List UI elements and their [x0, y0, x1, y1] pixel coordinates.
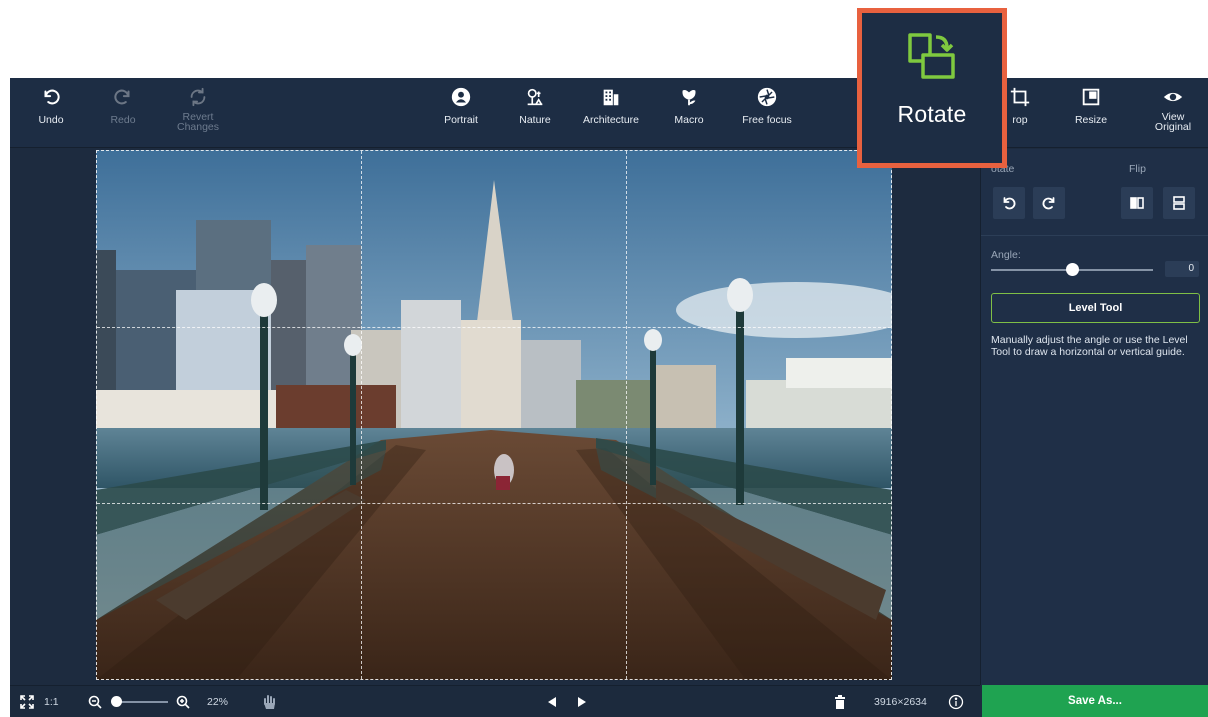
rotate-panel: otate Flip Angle: 0 Level Tool Manually …	[980, 149, 1208, 685]
rotate-right-icon	[1042, 197, 1055, 210]
revert-changes-button[interactable]: Revert Changes	[168, 78, 228, 148]
delete-button[interactable]	[834, 686, 846, 717]
portrait-label: Portrait	[444, 114, 478, 126]
image-canvas[interactable]	[10, 149, 980, 685]
undo-button[interactable]: Undo	[30, 78, 72, 148]
grid-line-vertical	[626, 151, 627, 679]
macro-label: Macro	[674, 114, 704, 126]
next-image-button[interactable]	[577, 686, 587, 717]
flip-horizontal-button[interactable]	[1121, 187, 1153, 219]
crop-frame[interactable]	[96, 150, 892, 680]
architecture-icon	[603, 89, 619, 106]
angle-input[interactable]: 0	[1165, 261, 1199, 277]
free-focus-label: Free focus	[742, 114, 792, 126]
nature-icon	[527, 88, 543, 106]
hand-icon	[264, 695, 275, 709]
image-info-button[interactable]	[948, 686, 964, 717]
revert-icon	[190, 87, 206, 107]
grid-line-vertical	[361, 151, 362, 679]
actual-size-button[interactable]: 1:1	[44, 686, 59, 717]
portrait-icon	[451, 87, 471, 107]
crop-label: rop	[1012, 114, 1028, 126]
angle-label: Angle:	[991, 249, 1021, 261]
hand-tool-button[interactable]	[262, 686, 276, 717]
free-focus-button[interactable]: Free focus	[732, 78, 802, 148]
flip-heading: Flip	[1129, 163, 1146, 175]
zoom-percent: 22%	[207, 696, 229, 708]
redo-button[interactable]: Redo	[102, 78, 144, 148]
crop-icon	[1010, 87, 1030, 107]
arrow-right-icon	[578, 697, 586, 707]
rotate-left-icon	[1003, 197, 1016, 210]
rotate-tool-callout[interactable]: Rotate	[857, 8, 1007, 168]
portrait-button[interactable]: Portrait	[436, 78, 486, 148]
view-original-label: View Original	[1154, 111, 1192, 133]
arrow-left-icon	[548, 697, 556, 707]
resize-button[interactable]: Resize	[1066, 78, 1116, 148]
zoom-out-button[interactable]	[88, 686, 102, 717]
eye-icon	[1163, 92, 1183, 102]
resize-label: Resize	[1074, 114, 1108, 126]
redo-icon	[114, 89, 130, 105]
rotate-help-text: Manually adjust the angle or use the Lev…	[991, 334, 1188, 358]
flower-icon	[682, 89, 696, 106]
macro-button[interactable]: Macro	[666, 78, 712, 148]
architecture-button[interactable]: Architecture	[572, 78, 650, 148]
fit-to-screen-button[interactable]	[20, 686, 34, 717]
save-as-button[interactable]: Save As...	[982, 685, 1208, 717]
resize-icon	[1082, 88, 1100, 106]
grid-line-horizontal	[97, 327, 891, 328]
undo-label: Undo	[38, 114, 64, 126]
zoom-in-button[interactable]	[176, 686, 190, 717]
rotate-tool-label: Rotate	[897, 101, 967, 127]
view-original-button[interactable]: View Original	[1146, 78, 1200, 148]
zoom-slider-thumb[interactable]	[111, 696, 122, 707]
top-toolbar: Undo Redo Revert Changes Portrait Nature…	[10, 78, 1208, 148]
zoom-slider-track[interactable]	[114, 701, 168, 703]
architecture-label: Architecture	[582, 114, 640, 126]
redo-label: Redo	[110, 114, 136, 126]
info-icon	[948, 694, 964, 710]
angle-slider-thumb[interactable]	[1066, 263, 1079, 276]
expand-icon	[20, 695, 34, 709]
nature-label: Nature	[519, 114, 551, 126]
panel-divider	[981, 235, 1208, 236]
zoom-in-icon	[176, 695, 190, 709]
undo-icon	[44, 89, 60, 105]
level-tool-button[interactable]: Level Tool	[991, 293, 1200, 323]
flip-horizontal-icon	[1130, 197, 1144, 209]
flip-vertical-button[interactable]	[1163, 187, 1195, 219]
aperture-icon	[757, 87, 777, 107]
trash-icon	[835, 695, 845, 709]
grid-line-horizontal	[97, 503, 891, 504]
photo-editor-window: Undo Redo Revert Changes Portrait Nature…	[10, 78, 1208, 717]
nature-button[interactable]: Nature	[510, 78, 560, 148]
rotate-right-button[interactable]	[1033, 187, 1065, 219]
flip-vertical-icon	[1173, 196, 1185, 210]
image-dimensions: 3916×2634	[874, 696, 927, 708]
previous-image-button[interactable]	[547, 686, 557, 717]
rotate-left-button[interactable]	[993, 187, 1025, 219]
zoom-out-icon	[88, 695, 102, 709]
revert-label: Revert Changes	[176, 111, 220, 133]
bottom-bar: 1:1 22% 3916×2634	[10, 685, 980, 717]
rotate-icon	[908, 33, 955, 79]
